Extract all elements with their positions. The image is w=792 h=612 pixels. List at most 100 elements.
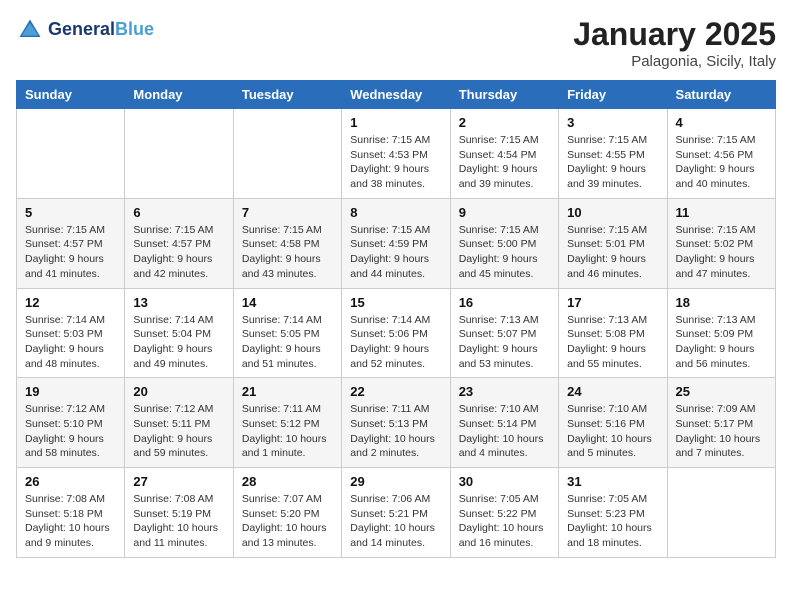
- calendar-day-cell: [667, 468, 775, 558]
- calendar-day-cell: 19Sunrise: 7:12 AM Sunset: 5:10 PM Dayli…: [17, 378, 125, 468]
- calendar-day-cell: 26 Sunrise: 7:08 AM Sunset: 5:18 PM Dayli…: [17, 468, 125, 558]
- day-number: 26: [25, 474, 116, 489]
- day-number: 6: [133, 205, 224, 220]
- day-number: 30: [459, 474, 550, 489]
- day-info: Sunrise: 7:08 AM Sunset: 5:19 PM Dayligh…: [133, 492, 224, 551]
- day-number: 15: [350, 295, 441, 310]
- day-number: 28: [242, 474, 333, 489]
- day-info: Sunrise: 7:15 AM Sunset: 4:55 PM Dayligh…: [567, 133, 658, 192]
- calendar-week-row: 5 Sunrise: 7:15 AM Sunset: 4:57 PM Daylig…: [17, 198, 776, 288]
- calendar-day-cell: 14Sunrise: 7:14 AM Sunset: 5:05 PM Dayli…: [233, 288, 341, 378]
- calendar-day-cell: 15 Sunrise: 7:14 AM Sunset: 5:06 PM Dayli…: [342, 288, 450, 378]
- calendar-day-cell: 21 Sunrise: 7:11 AM Sunset: 5:12 PM Dayli…: [233, 378, 341, 468]
- day-number: 9: [459, 205, 550, 220]
- day-number: 23: [459, 384, 550, 399]
- calendar-day-cell: 6 Sunrise: 7:15 AM Sunset: 4:57 PM Daylig…: [125, 198, 233, 288]
- day-number: 5: [25, 205, 116, 220]
- main-title: January 2025: [573, 16, 776, 53]
- calendar-day-cell: 17Sunrise: 7:13 AM Sunset: 5:08 PM Dayli…: [559, 288, 667, 378]
- logo-text: GeneralBlue: [48, 20, 154, 40]
- day-info: Sunrise: 7:14 AM Sunset: 5:04 PM Dayligh…: [133, 313, 224, 372]
- calendar-day-cell: 13 Sunrise: 7:14 AM Sunset: 5:04 PM Dayli…: [125, 288, 233, 378]
- weekday-header-cell: Wednesday: [342, 81, 450, 109]
- day-info: Sunrise: 7:10 AM Sunset: 5:16 PM Dayligh…: [567, 402, 658, 461]
- day-number: 19: [25, 384, 116, 399]
- calendar-day-cell: 31 Sunrise: 7:05 AM Sunset: 5:23 PM Dayli…: [559, 468, 667, 558]
- day-number: 16: [459, 295, 550, 310]
- day-info: Sunrise: 7:05 AM Sunset: 5:22 PM Dayligh…: [459, 492, 550, 551]
- weekday-header-cell: Tuesday: [233, 81, 341, 109]
- day-number: 12: [25, 295, 116, 310]
- day-number: 24: [567, 384, 658, 399]
- calendar-day-cell: 20Sunrise: 7:12 AM Sunset: 5:11 PM Dayli…: [125, 378, 233, 468]
- calendar-day-cell: 24 Sunrise: 7:10 AM Sunset: 5:16 PM Dayli…: [559, 378, 667, 468]
- day-number: 31: [567, 474, 658, 489]
- calendar-day-cell: 25Sunrise: 7:09 AM Sunset: 5:17 PM Dayli…: [667, 378, 775, 468]
- day-info: Sunrise: 7:10 AM Sunset: 5:14 PM Dayligh…: [459, 402, 550, 461]
- calendar-day-cell: 10Sunrise: 7:15 AM Sunset: 5:01 PM Dayli…: [559, 198, 667, 288]
- subtitle: Palagonia, Sicily, Italy: [573, 53, 776, 70]
- day-number: 13: [133, 295, 224, 310]
- calendar-day-cell: 3 Sunrise: 7:15 AM Sunset: 4:55 PM Daylig…: [559, 109, 667, 199]
- calendar-day-cell: 4 Sunrise: 7:15 AM Sunset: 4:56 PM Daylig…: [667, 109, 775, 199]
- day-number: 10: [567, 205, 658, 220]
- weekday-header-cell: Sunday: [17, 81, 125, 109]
- page-header: GeneralBlue January 2025 Palagonia, Sici…: [16, 16, 776, 70]
- weekday-header-row: SundayMondayTuesdayWednesdayThursdayFrid…: [17, 81, 776, 109]
- day-info: Sunrise: 7:08 AM Sunset: 5:18 PM Dayligh…: [25, 492, 116, 551]
- day-info: Sunrise: 7:15 AM Sunset: 5:02 PM Dayligh…: [676, 223, 767, 282]
- day-number: 1: [350, 115, 441, 130]
- calendar-day-cell: 9 Sunrise: 7:15 AM Sunset: 5:00 PM Daylig…: [450, 198, 558, 288]
- calendar-day-cell: 30 Sunrise: 7:05 AM Sunset: 5:22 PM Dayli…: [450, 468, 558, 558]
- calendar-day-cell: 27Sunrise: 7:08 AM Sunset: 5:19 PM Dayli…: [125, 468, 233, 558]
- day-number: 3: [567, 115, 658, 130]
- title-block: January 2025 Palagonia, Sicily, Italy: [573, 16, 776, 70]
- calendar-day-cell: [17, 109, 125, 199]
- logo-icon: [16, 16, 44, 44]
- calendar-day-cell: 29 Sunrise: 7:06 AM Sunset: 5:21 PM Dayli…: [342, 468, 450, 558]
- day-number: 21: [242, 384, 333, 399]
- day-info: Sunrise: 7:14 AM Sunset: 5:06 PM Dayligh…: [350, 313, 441, 372]
- calendar-day-cell: 5 Sunrise: 7:15 AM Sunset: 4:57 PM Daylig…: [17, 198, 125, 288]
- day-number: 2: [459, 115, 550, 130]
- calendar-day-cell: 1 Sunrise: 7:15 AM Sunset: 4:53 PM Daylig…: [342, 109, 450, 199]
- day-number: 20: [133, 384, 224, 399]
- day-number: 29: [350, 474, 441, 489]
- calendar-day-cell: 2Sunrise: 7:15 AM Sunset: 4:54 PM Daylig…: [450, 109, 558, 199]
- weekday-header-cell: Thursday: [450, 81, 558, 109]
- calendar-week-row: 1 Sunrise: 7:15 AM Sunset: 4:53 PM Daylig…: [17, 109, 776, 199]
- day-info: Sunrise: 7:11 AM Sunset: 5:12 PM Dayligh…: [242, 402, 333, 461]
- day-number: 8: [350, 205, 441, 220]
- weekday-header-cell: Saturday: [667, 81, 775, 109]
- calendar-day-cell: 7Sunrise: 7:15 AM Sunset: 4:58 PM Daylig…: [233, 198, 341, 288]
- calendar-day-cell: 22Sunrise: 7:11 AM Sunset: 5:13 PM Dayli…: [342, 378, 450, 468]
- day-info: Sunrise: 7:15 AM Sunset: 4:56 PM Dayligh…: [676, 133, 767, 192]
- day-info: Sunrise: 7:15 AM Sunset: 4:58 PM Dayligh…: [242, 223, 333, 282]
- calendar-day-cell: 28 Sunrise: 7:07 AM Sunset: 5:20 PM Dayli…: [233, 468, 341, 558]
- weekday-header-cell: Monday: [125, 81, 233, 109]
- day-info: Sunrise: 7:15 AM Sunset: 5:00 PM Dayligh…: [459, 223, 550, 282]
- day-number: 11: [676, 205, 767, 220]
- day-info: Sunrise: 7:15 AM Sunset: 4:57 PM Dayligh…: [133, 223, 224, 282]
- day-info: Sunrise: 7:13 AM Sunset: 5:09 PM Dayligh…: [676, 313, 767, 372]
- day-info: Sunrise: 7:09 AM Sunset: 5:17 PM Dayligh…: [676, 402, 767, 461]
- calendar-day-cell: [125, 109, 233, 199]
- calendar-day-cell: 23 Sunrise: 7:10 AM Sunset: 5:14 PM Dayli…: [450, 378, 558, 468]
- day-info: Sunrise: 7:07 AM Sunset: 5:20 PM Dayligh…: [242, 492, 333, 551]
- calendar-body: 1 Sunrise: 7:15 AM Sunset: 4:53 PM Daylig…: [17, 109, 776, 558]
- calendar-day-cell: 16Sunrise: 7:13 AM Sunset: 5:07 PM Dayli…: [450, 288, 558, 378]
- day-number: 22: [350, 384, 441, 399]
- logo: GeneralBlue: [16, 16, 154, 44]
- day-info: Sunrise: 7:05 AM Sunset: 5:23 PM Dayligh…: [567, 492, 658, 551]
- day-info: Sunrise: 7:06 AM Sunset: 5:21 PM Dayligh…: [350, 492, 441, 551]
- weekday-header-cell: Friday: [559, 81, 667, 109]
- day-info: Sunrise: 7:14 AM Sunset: 5:03 PM Dayligh…: [25, 313, 116, 372]
- calendar-day-cell: 8Sunrise: 7:15 AM Sunset: 4:59 PM Daylig…: [342, 198, 450, 288]
- day-info: Sunrise: 7:15 AM Sunset: 4:57 PM Dayligh…: [25, 223, 116, 282]
- calendar-day-cell: 11 Sunrise: 7:15 AM Sunset: 5:02 PM Dayli…: [667, 198, 775, 288]
- day-info: Sunrise: 7:15 AM Sunset: 4:53 PM Dayligh…: [350, 133, 441, 192]
- day-number: 4: [676, 115, 767, 130]
- day-number: 14: [242, 295, 333, 310]
- calendar-day-cell: 12 Sunrise: 7:14 AM Sunset: 5:03 PM Dayli…: [17, 288, 125, 378]
- day-number: 18: [676, 295, 767, 310]
